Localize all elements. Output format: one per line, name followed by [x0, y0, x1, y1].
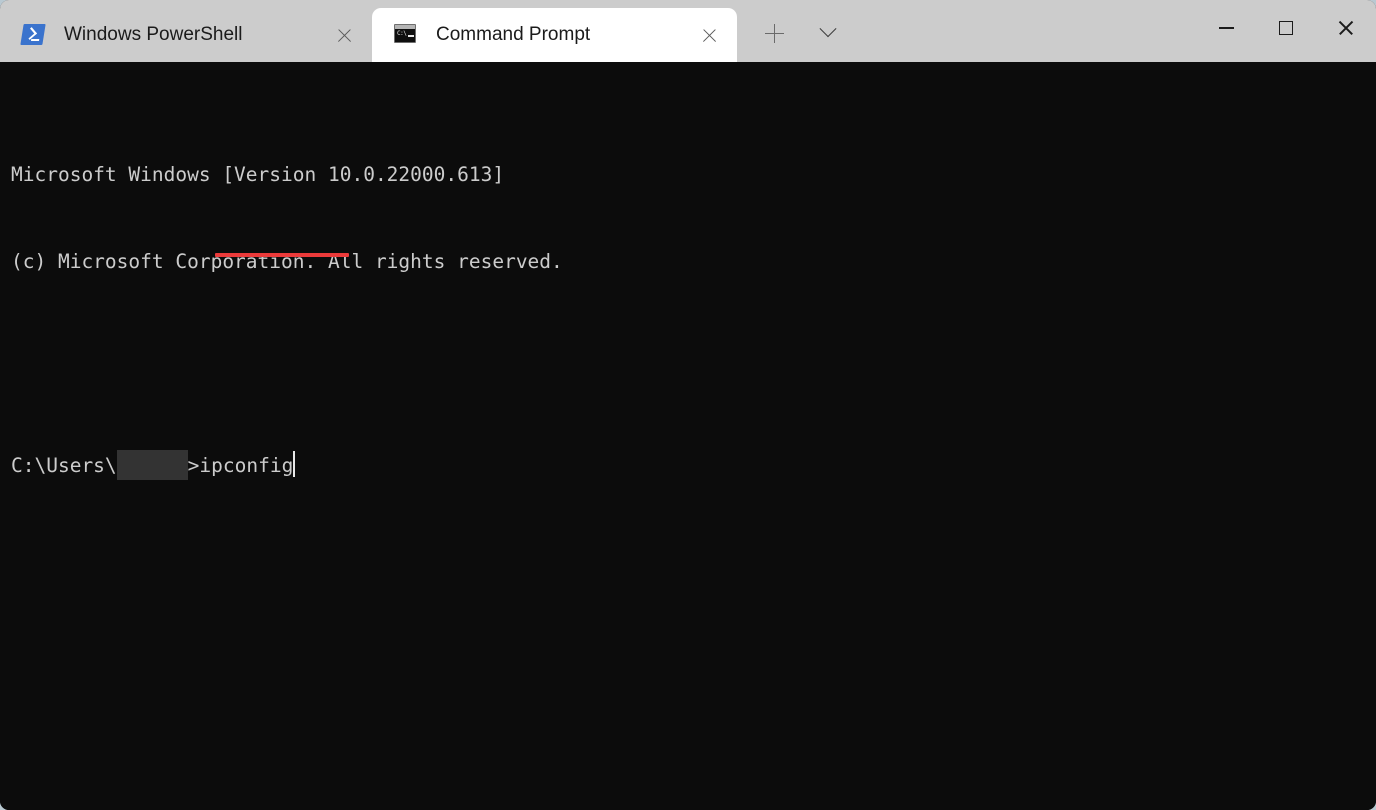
prompt-path-prefix: C:\Users\ — [11, 454, 117, 477]
close-icon — [336, 27, 353, 44]
powershell-icon — [20, 24, 46, 46]
close-icon — [1337, 19, 1355, 37]
caption-buttons — [1196, 0, 1376, 62]
text-cursor — [293, 451, 296, 477]
close-icon — [701, 27, 718, 44]
chevron-down-icon — [819, 20, 837, 38]
tab-close-command-prompt[interactable] — [687, 13, 731, 57]
tab-label-command-prompt: Command Prompt — [436, 24, 591, 45]
prompt-suffix: > — [187, 454, 200, 477]
tab-windows-powershell[interactable]: Windows PowerShell — [0, 8, 372, 62]
tab-label-powershell: Windows PowerShell — [64, 24, 243, 45]
redacted-username-block — [116, 450, 188, 480]
tab-dropdown-button[interactable] — [805, 10, 851, 56]
tab-strip: Windows PowerShell C:\ Command Prompt — [0, 0, 851, 62]
terminal-line: (c) Microsoft Corporation. All rights re… — [11, 250, 563, 273]
minimize-button[interactable] — [1196, 0, 1256, 56]
tab-close-powershell[interactable] — [322, 13, 366, 57]
terminal-line: Microsoft Windows [Version 10.0.22000.61… — [11, 163, 505, 186]
tab-command-prompt[interactable]: C:\ Command Prompt — [372, 8, 737, 62]
new-tab-button[interactable] — [751, 10, 797, 56]
command-underline-annotation — [215, 253, 349, 257]
minimize-icon — [1218, 27, 1234, 29]
terminal-prompt-line: C:\Users\ >ipconfig — [11, 450, 1376, 480]
window-close-button[interactable] — [1316, 0, 1376, 56]
plus-icon — [764, 23, 784, 43]
command-prompt-icon: C:\ — [394, 24, 416, 46]
maximize-button[interactable] — [1256, 0, 1316, 56]
maximize-icon — [1279, 21, 1293, 35]
terminal-output-area[interactable]: Microsoft Windows [Version 10.0.22000.61… — [0, 62, 1376, 810]
typed-command: ipconfig — [199, 454, 294, 477]
terminal-window: Windows PowerShell C:\ Command Prompt Mi… — [0, 0, 1376, 810]
title-bar[interactable]: Windows PowerShell C:\ Command Prompt — [0, 0, 1376, 62]
